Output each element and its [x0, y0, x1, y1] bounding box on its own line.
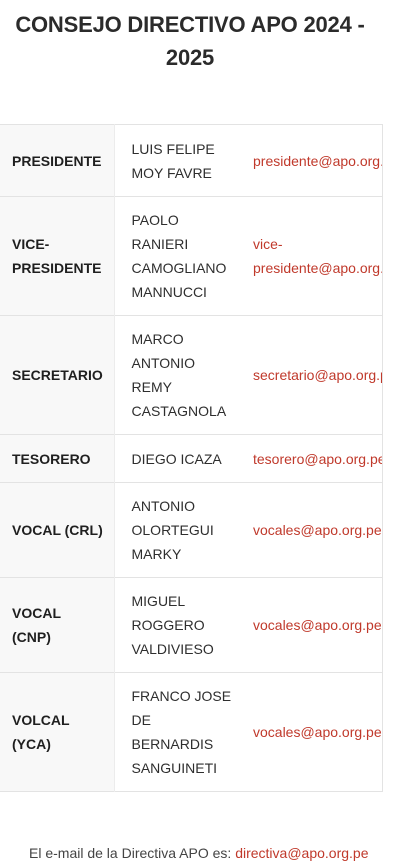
member-name: FRANCO JOSE DE BERNARDIS SANGUINETI	[131, 688, 232, 776]
role-label: VICE-PRESIDENTE	[12, 236, 102, 276]
email-cell: vocales@apo.org.pe	[236, 672, 383, 792]
table-row: VOLCAL (YCA) FRANCO JOSE DE BERNARDIS SA…	[0, 672, 383, 792]
member-name-cell: DIEGO ICAZA	[113, 434, 236, 483]
member-name: MARCO ANTONIO REMY CASTAGNOLA	[131, 331, 227, 419]
email-cell: vice-presidente@apo.org.pe	[236, 196, 383, 316]
email-cell: secretario@apo.org.pe	[236, 315, 383, 435]
member-name-cell: MARCO ANTONIO REMY CASTAGNOLA	[113, 315, 236, 435]
email-link[interactable]: vocales@apo.org.pe	[253, 724, 382, 740]
table-row: PRESIDENTE LUIS FELIPE MOY FAVRE preside…	[0, 124, 383, 197]
role-cell: PRESIDENTE	[0, 124, 114, 197]
member-name: MIGUEL ROGGERO VALDIVIESO	[131, 593, 214, 657]
board-members-table: PRESIDENTE LUIS FELIPE MOY FAVRE preside…	[0, 124, 383, 792]
table-row: SECRETARIO MARCO ANTONIO REMY CASTAGNOLA…	[0, 315, 383, 435]
table-row: VICE-PRESIDENTE PAOLO RANIERI CAMOGLIANO…	[0, 196, 383, 316]
member-name-cell: ANTONIO OLORTEGUI MARKY	[113, 482, 236, 578]
table-row: VOCAL (CRL) ANTONIO OLORTEGUI MARKY voca…	[0, 482, 383, 578]
member-name: ANTONIO OLORTEGUI MARKY	[131, 498, 214, 562]
email-cell: vocales@apo.org.pe	[236, 482, 383, 578]
table-row: TESORERO DIEGO ICAZA tesorero@apo.org.pe	[0, 434, 383, 483]
role-cell: VOLCAL (YCA)	[0, 672, 114, 792]
role-cell: SECRETARIO	[0, 315, 114, 435]
role-cell: VOCAL (CNP)	[0, 577, 114, 673]
member-name-cell: FRANCO JOSE DE BERNARDIS SANGUINETI	[113, 672, 236, 792]
member-name-cell: PAOLO RANIERI CAMOGLIANO MANNUCCI	[113, 196, 236, 316]
email-link[interactable]: vocales@apo.org.pe	[253, 522, 382, 538]
role-cell: VOCAL (CRL)	[0, 482, 114, 578]
member-name-cell: MIGUEL ROGGERO VALDIVIESO	[113, 577, 236, 673]
member-name: DIEGO ICAZA	[131, 450, 222, 467]
page-title: CONSEJO DIRECTIVO APO 2024 - 2025	[0, 8, 380, 74]
member-name-cell: LUIS FELIPE MOY FAVRE	[113, 124, 236, 197]
member-name: PAOLO RANIERI CAMOGLIANO MANNUCCI	[131, 212, 227, 300]
email-cell: presidente@apo.org.pe	[236, 124, 383, 197]
role-cell: VICE-PRESIDENTE	[0, 196, 114, 316]
role-label: VOCAL (CNP)	[12, 605, 61, 645]
page-title-line-2: 2025	[165, 45, 215, 70]
footer-email-link[interactable]: directiva@apo.org.pe	[235, 845, 368, 861]
member-name: LUIS FELIPE MOY FAVRE	[131, 140, 215, 181]
email-link[interactable]: vocales@apo.org.pe	[253, 617, 382, 633]
role-cell: TESORERO	[0, 434, 114, 483]
role-label: VOLCAL (YCA)	[12, 712, 70, 752]
email-link[interactable]: vice-presidente@apo.org.pe	[253, 236, 382, 276]
email-link[interactable]: tesorero@apo.org.pe	[253, 451, 382, 467]
email-cell: tesorero@apo.org.pe	[236, 434, 383, 483]
email-link[interactable]: presidente@apo.org.pe	[253, 153, 382, 169]
email-link[interactable]: secretario@apo.org.pe	[253, 367, 382, 383]
table-row: VOCAL (CNP) MIGUEL ROGGERO VALDIVIESO vo…	[0, 577, 383, 673]
footer-email-note: El e-mail de la Directiva APO es: direct…	[29, 843, 368, 863]
page-title-line-1: CONSEJO DIRECTIVO APO 2024 -	[15, 12, 365, 37]
email-cell: vocales@apo.org.pe	[236, 577, 383, 673]
footer-text: El e-mail de la Directiva APO es:	[29, 845, 232, 861]
